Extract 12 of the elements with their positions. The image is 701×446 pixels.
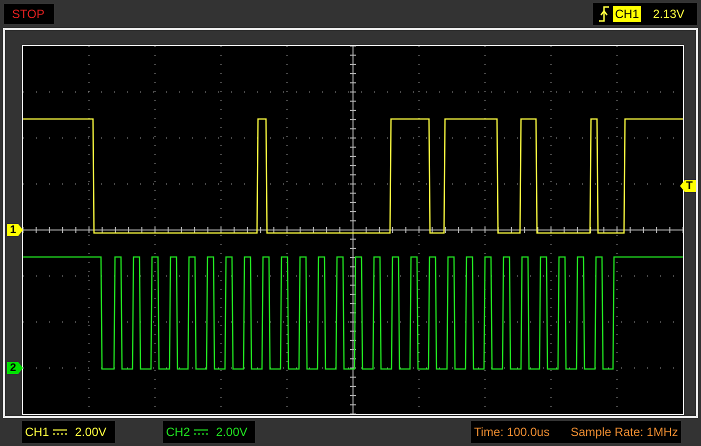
channel-scale-label: CH1 2.00V [22,421,115,443]
dc-coupling-icon [194,428,208,436]
channel-scale-label: CH2 2.00V [163,421,255,443]
sample-rate-label: Sample Rate: 1MHz [570,424,678,441]
trigger-level: 2.13V [653,6,684,23]
time-base-label: Time: 100.0us [474,424,550,441]
channel-marker: 2 [7,362,23,374]
trigger-channel: CH1 [613,6,642,22]
rising-edge-icon [599,6,609,22]
channel-marker: 1 [7,224,23,236]
dc-coupling-icon [53,428,68,436]
status-label: STOP [4,4,54,24]
